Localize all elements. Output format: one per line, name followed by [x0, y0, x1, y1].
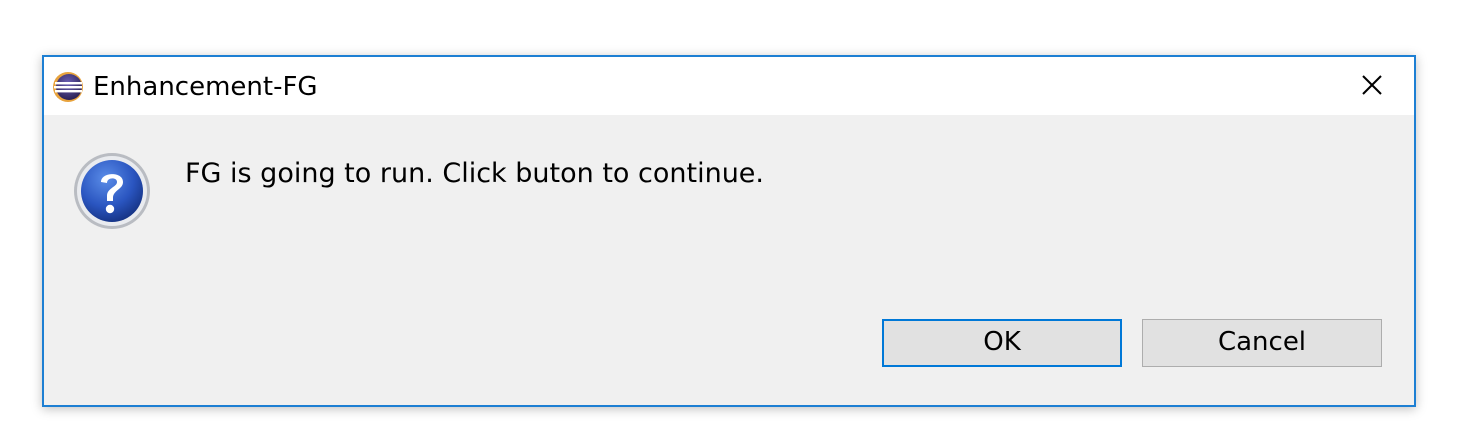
message-dialog: Enhancement-FG FG is going to run. Click… [42, 55, 1416, 407]
cancel-button[interactable]: Cancel [1142, 319, 1382, 367]
eclipse-icon [52, 71, 84, 103]
ok-button[interactable]: OK [882, 319, 1122, 367]
question-icon [72, 151, 152, 231]
title-bar[interactable]: Enhancement-FG [44, 57, 1414, 115]
dialog-message: FG is going to run. Click buton to conti… [185, 158, 764, 189]
window-title: Enhancement-FG [93, 72, 318, 102]
close-button[interactable] [1328, 57, 1414, 115]
